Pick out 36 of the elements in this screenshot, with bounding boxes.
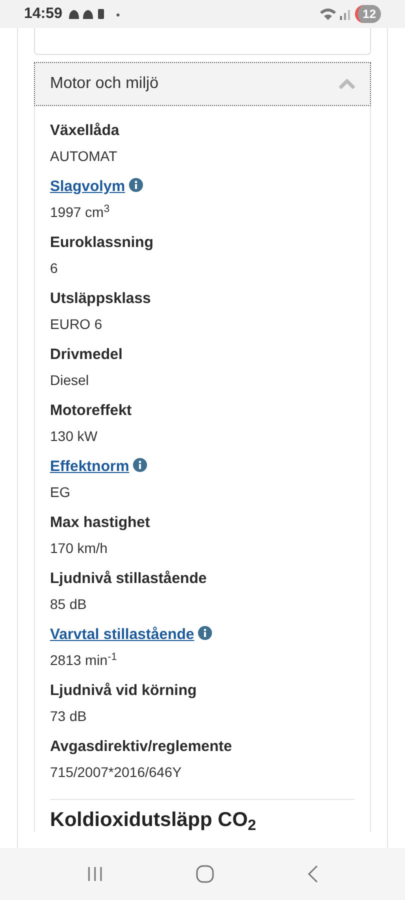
term-link[interactable]: Slagvolym (50, 178, 126, 195)
home-icon[interactable] (196, 865, 214, 883)
spec-value: Diesel (50, 371, 90, 389)
status-time: 14:59 (24, 4, 62, 24)
chevron-up-icon (339, 79, 355, 89)
info-icon[interactable] (129, 178, 144, 192)
spec-label: Utsläppsklass (50, 290, 151, 307)
spec-label: Ljudnivå stillastående (50, 570, 207, 587)
spec-label: Euroklassning (50, 234, 154, 251)
spec-label: Växellåda (50, 122, 120, 139)
spec-value: 85 dB (50, 595, 88, 613)
spec-value: 170 km/h (50, 539, 109, 557)
term-link[interactable]: Varvtal stillastående (50, 626, 194, 643)
spec-value: 1997 cm$^{3}$ (50, 203, 111, 221)
spec-value: 715/2007*2016/646Y (50, 763, 183, 781)
spec-value: 2813 min$^{-1}$ (50, 651, 118, 669)
spec-value: 130 kW (50, 427, 98, 445)
spec-value: EG (50, 483, 72, 501)
spec-label: Max hastighet (50, 514, 150, 531)
info-icon[interactable] (133, 458, 148, 472)
spec-label: Ljudnivå vid körning (50, 682, 197, 699)
back-icon[interactable] (306, 865, 318, 883)
spec-value: 6 (50, 259, 59, 277)
accordion-header[interactable]: Motor och miljö (34, 62, 371, 106)
spec-label: Drivmedel (50, 346, 123, 363)
notification-badge: 12 (354, 5, 381, 23)
spec-value: EURO 6 (50, 315, 104, 333)
term-link[interactable]: Effektnorm (50, 458, 130, 475)
section-heading: Koldioxidutsläpp CO$_{2}$ (50, 808, 258, 832)
spec-value: 73 dB (50, 707, 88, 725)
spec-value: AUTOMAT (50, 147, 118, 165)
spec-label: Avgasdirektiv/reglemente (50, 738, 232, 755)
info-icon[interactable] (198, 626, 212, 640)
spec-label: Motoreffekt (50, 402, 132, 419)
recent-apps-icon[interactable] (86, 866, 102, 882)
signal-icon (318, 7, 351, 21)
